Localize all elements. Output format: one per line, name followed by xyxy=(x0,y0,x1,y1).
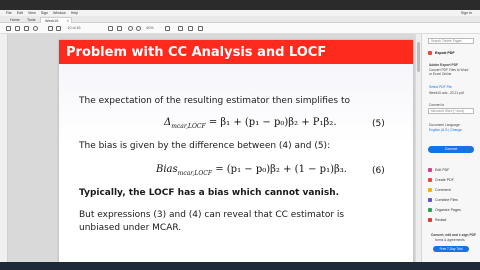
eq6-lhs: Bias xyxy=(156,164,178,175)
highlight-icon[interactable] xyxy=(188,26,193,31)
comment-icon xyxy=(428,188,432,192)
fit-page-icon[interactable] xyxy=(165,26,170,31)
slide-paragraph-1: The expectation of the resulting estimat… xyxy=(79,96,350,106)
eq6-rhs: = (p₁ − p₀)β₂ + (1 − p₁)β₃. xyxy=(212,164,347,175)
equation-5: Δmcar,LOCF = β₁ + (p₁ − p₀)β₂ + P₁β₂. xyxy=(164,117,337,130)
promo-line-2: forms & agreements xyxy=(435,238,465,242)
edit-pdf-icon xyxy=(428,168,432,172)
menu-file[interactable]: File xyxy=(6,11,12,15)
tools-search-input[interactable]: Search 'Delete Pages' xyxy=(428,38,474,44)
slide-paragraph-4a: But expressions (3) and (4) can reveal t… xyxy=(79,210,345,220)
tool-comment[interactable]: Comment xyxy=(427,187,451,193)
scrollbar-thumb[interactable] xyxy=(417,42,420,72)
zoom-out-icon[interactable] xyxy=(128,26,133,31)
eq5-rhs: = β₁ + (p₁ − p₀)β₂ + P₁β₂. xyxy=(205,117,337,128)
tool-create-pdf-label: Create PDF xyxy=(435,178,454,182)
convert-button[interactable]: Convert xyxy=(428,146,474,153)
free-trial-button[interactable]: Free 7-Day Trial xyxy=(433,246,469,252)
taskbar xyxy=(0,262,480,270)
tool-organize-pages[interactable]: Organize Pages xyxy=(427,207,461,213)
save-icon[interactable] xyxy=(6,26,11,31)
menu-view[interactable]: View xyxy=(28,11,36,15)
tool-redact-label: Redact xyxy=(435,218,447,222)
menu-window[interactable]: Window xyxy=(53,11,66,15)
equation-6-number: (6) xyxy=(372,166,385,176)
slide-paragraph-2: The bias is given by the difference betw… xyxy=(79,141,331,151)
eq5-sub: mcar,LOCF xyxy=(171,123,206,130)
print-icon[interactable] xyxy=(15,26,20,31)
email-icon[interactable] xyxy=(24,26,29,31)
tools-panel: Search 'Delete Pages' Export PDF Adobe E… xyxy=(421,34,480,262)
redact-icon xyxy=(428,218,432,222)
left-navigation-rail xyxy=(0,34,8,262)
export-heading: Adobe Export PDF xyxy=(429,63,459,67)
comment-icon[interactable] xyxy=(178,26,183,31)
export-desc-2: or Excel Online xyxy=(429,72,452,76)
combine-files-icon xyxy=(428,198,432,202)
menu-help[interactable]: Help xyxy=(71,11,78,15)
window-title-bar xyxy=(0,0,480,10)
tab-bar: Home Tools Week10-advice_m... × xyxy=(0,16,480,29)
page-up-icon[interactable] xyxy=(48,26,53,31)
menu-sign[interactable]: Sign xyxy=(41,11,48,15)
menu-edit[interactable]: Edit xyxy=(17,11,23,15)
search-icon[interactable] xyxy=(33,26,38,31)
zoom-level[interactable]: 60% xyxy=(144,25,156,32)
slide-body: The expectation of the resulting estimat… xyxy=(59,64,413,262)
tool-comment-label: Comment xyxy=(435,188,451,192)
organize-pages-icon xyxy=(428,208,432,212)
slide-title: Problem with CC Analysis and LOCF xyxy=(66,45,327,60)
export-pdf-icon xyxy=(428,51,432,55)
tool-edit-pdf-label: Edit PDF xyxy=(435,168,450,172)
pdf-page: Problem with CC Analysis and LOCF The ex… xyxy=(59,40,413,262)
document-area: Problem with CC Analysis and LOCF The ex… xyxy=(0,34,421,262)
tool-combine-files-label: Combine Files xyxy=(435,198,458,202)
selected-file-name: Week10-adv...20.21.pdf xyxy=(429,91,464,95)
promo-line-1: Convert, edit and e-sign PDF xyxy=(431,233,477,237)
slide-title-bar: Problem with CC Analysis and LOCF xyxy=(59,40,413,64)
sign-icon[interactable] xyxy=(198,26,203,31)
tool-edit-pdf[interactable]: Edit PDF xyxy=(427,167,449,173)
tool-combine-files[interactable]: Combine Files xyxy=(427,197,458,203)
page-indicator[interactable]: 10 of 45 xyxy=(64,25,84,32)
convert-to-label: Convert to xyxy=(429,103,445,107)
select-file-label[interactable]: Select PDF File xyxy=(429,85,452,89)
cursor-icon[interactable] xyxy=(108,26,113,31)
slide-paragraph-4b: unbiased under MCAR. xyxy=(79,223,182,233)
create-pdf-icon xyxy=(428,178,432,182)
zoom-in-icon[interactable] xyxy=(136,26,141,31)
document-language-label: Document Language: xyxy=(429,123,461,127)
tool-organize-pages-label: Organize Pages xyxy=(435,208,461,212)
slide-paragraph-3: Typically, the LOCF has a bias which can… xyxy=(79,188,340,198)
language-change-link[interactable]: English (U.S.) Change xyxy=(429,128,462,132)
toolbar: 10 of 45 60% xyxy=(0,23,480,34)
tool-create-pdf[interactable]: Create PDF xyxy=(427,177,454,183)
export-pdf-label: Export PDF xyxy=(435,51,455,55)
format-select[interactable]: Microsoft Word (*.docx) xyxy=(428,108,474,114)
page-down-icon[interactable] xyxy=(56,26,61,31)
tool-redact[interactable]: Redact xyxy=(427,217,446,223)
equation-6: Biasmcar,LOCF = (p₁ − p₀)β₂ + (1 − p₁)β₃… xyxy=(156,164,347,177)
hand-icon[interactable] xyxy=(117,26,122,31)
eq6-sub: mcar,LOCF xyxy=(177,170,213,177)
export-pdf-tool[interactable]: Export PDF xyxy=(427,50,455,56)
equation-5-number: (5) xyxy=(372,119,385,129)
